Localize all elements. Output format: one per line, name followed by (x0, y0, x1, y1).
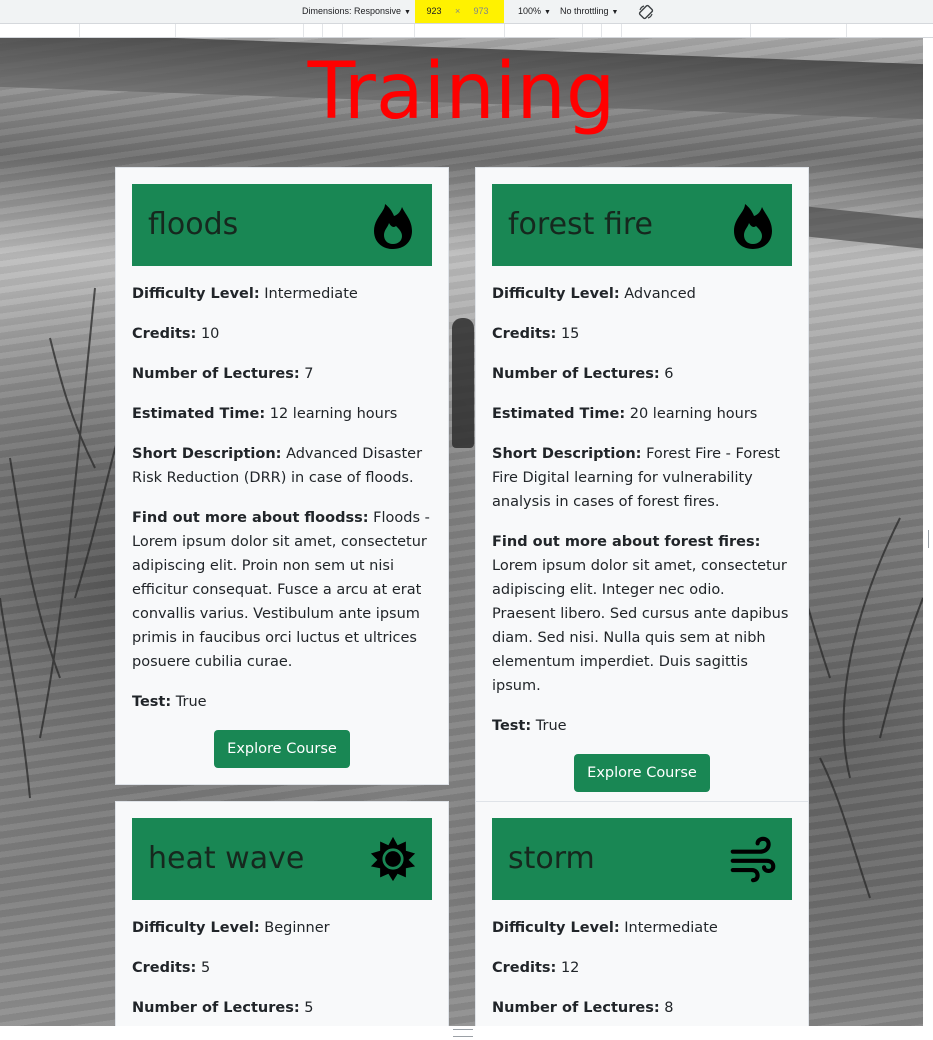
lectures-value: 8 (664, 1000, 674, 1016)
card-header: storm (492, 818, 792, 900)
time-row: Estimated Time: 20 learning hours (492, 402, 792, 426)
viewport-resize-handle-bottom[interactable] (453, 1029, 473, 1037)
difficulty-value: Beginner (264, 920, 330, 936)
emulated-viewport: Training floods Difficulty Level: Interm… (0, 38, 923, 1026)
lectures-row: Number of Lectures: 5 (132, 996, 432, 1020)
lectures-value: 5 (304, 1000, 314, 1016)
test-row: Test: True (492, 714, 792, 738)
more-info-label: Find out more about forest fires: (492, 534, 761, 550)
course-card-heat-wave: heat wave Difficulty Level: Beginner Cre… (115, 801, 449, 1026)
difficulty-row: Difficulty Level: Advanced (492, 282, 792, 306)
lectures-label: Number of Lectures: (132, 366, 300, 382)
test-label: Test: (492, 718, 532, 734)
credits-value: 5 (200, 960, 211, 976)
credits-label: Credits: (132, 326, 197, 342)
difficulty-label: Difficulty Level: (132, 286, 260, 302)
throttling-dropdown[interactable]: No throttling ▼ (560, 0, 618, 23)
more-info-row: Find out more about forest fires: Lorem … (492, 530, 792, 698)
time-row: Estimated Time: 12 learning hours (132, 402, 432, 426)
test-row: Test: True (132, 690, 432, 714)
credits-label: Credits: (492, 326, 557, 342)
credits-row: Credits: 5 (132, 956, 432, 980)
lectures-label: Number of Lectures: (132, 1000, 300, 1016)
card-body: Difficulty Level: Advanced Credits: 15 N… (492, 266, 792, 792)
card-body: Difficulty Level: Intermediate Credits: … (492, 900, 792, 1020)
rotate-icon[interactable] (638, 4, 654, 20)
lectures-row: Number of Lectures: 8 (492, 996, 792, 1020)
height-input[interactable]: 973 (466, 0, 496, 23)
card-title: heat wave (148, 841, 305, 876)
difficulty-row: Difficulty Level: Intermediate (132, 282, 432, 306)
time-value: 20 learning hours (629, 406, 758, 422)
credits-row: Credits: 15 (492, 322, 792, 346)
sun-icon (370, 836, 416, 882)
more-info-value: Lorem ipsum dolor sit amet, consectetur … (492, 558, 789, 694)
test-value: True (535, 718, 567, 734)
more-info-label: Find out more about floodss: (132, 510, 369, 526)
viewport-resize-handle-right[interactable] (928, 530, 933, 548)
more-info-value: Floods - Lorem ipsum dolor sit amet, con… (132, 510, 430, 670)
card-title: storm (508, 841, 595, 876)
difficulty-label: Difficulty Level: (492, 286, 620, 302)
fire-icon (734, 204, 772, 249)
course-card-storm: storm Difficulty Level: Intermediate Cre… (475, 801, 809, 1026)
card-body: Difficulty Level: Intermediate Credits: … (132, 266, 432, 768)
credits-row: Credits: 12 (492, 956, 792, 980)
chevron-down-icon: ▼ (611, 9, 619, 16)
credits-row: Credits: 10 (132, 322, 432, 346)
explore-course-button[interactable]: Explore Course (214, 730, 350, 768)
difficulty-label: Difficulty Level: (492, 920, 620, 936)
difficulty-value: Intermediate (624, 920, 718, 936)
short-description-row: Short Description: Advanced Disaster Ris… (132, 442, 432, 490)
short-description-label: Short Description: (132, 446, 282, 462)
card-header: heat wave (132, 818, 432, 900)
time-value: 12 learning hours (269, 406, 398, 422)
time-label: Estimated Time: (492, 406, 626, 422)
card-title: forest fire (508, 207, 654, 242)
course-card-forest-fire: forest fire Difficulty Level: Advanced C… (475, 167, 809, 809)
card-header: floods (132, 184, 432, 266)
wind-icon (730, 836, 776, 883)
zoom-label: 100% (518, 6, 542, 16)
chevron-down-icon: ▼ (404, 9, 411, 16)
test-label: Test: (132, 694, 172, 710)
dimensions-dropdown[interactable]: Dimensions: Responsive ▼ (302, 0, 411, 23)
fire-icon (374, 204, 412, 249)
lectures-row: Number of Lectures: 7 (132, 362, 432, 386)
credits-label: Credits: (132, 960, 197, 976)
zoom-dropdown[interactable]: 100% ▼ (518, 0, 551, 23)
test-value: True (175, 694, 207, 710)
credits-label: Credits: (492, 960, 557, 976)
chevron-down-icon: ▼ (544, 9, 551, 16)
lectures-label: Number of Lectures: (492, 1000, 660, 1016)
width-input[interactable]: 923 (419, 0, 449, 23)
card-header: forest fire (492, 184, 792, 266)
time-label: Estimated Time: (132, 406, 266, 422)
short-description-row: Short Description: Forest Fire - Forest … (492, 442, 792, 514)
difficulty-value: Advanced (624, 286, 696, 302)
more-info-row: Find out more about floodss: Floods - Lo… (132, 506, 432, 674)
credits-value: 10 (200, 326, 220, 342)
course-card-floods: floods Difficulty Level: Intermediate Cr… (115, 167, 449, 785)
difficulty-label: Difficulty Level: (132, 920, 260, 936)
difficulty-row: Difficulty Level: Intermediate (492, 916, 792, 940)
difficulty-row: Difficulty Level: Beginner (132, 916, 432, 940)
times-sign: × (455, 6, 461, 16)
media-query-ruler (0, 24, 933, 38)
lectures-row: Number of Lectures: 6 (492, 362, 792, 386)
difficulty-value: Intermediate (264, 286, 358, 302)
card-title: floods (148, 207, 239, 242)
throttling-label: No throttling (560, 6, 609, 16)
credits-value: 15 (560, 326, 580, 342)
short-description-label: Short Description: (492, 446, 642, 462)
lectures-value: 6 (664, 366, 674, 382)
devtools-device-toolbar: Dimensions: Responsive ▼ 923 × 973 100% ▼ … (0, 0, 933, 24)
lectures-value: 7 (304, 366, 314, 382)
card-body: Difficulty Level: Beginner Credits: 5 Nu… (132, 900, 432, 1020)
dimensions-label: Dimensions: Responsive (302, 6, 402, 16)
lectures-label: Number of Lectures: (492, 366, 660, 382)
explore-course-button[interactable]: Explore Course (574, 754, 710, 792)
credits-value: 12 (560, 960, 580, 976)
page-title: Training (307, 47, 616, 137)
